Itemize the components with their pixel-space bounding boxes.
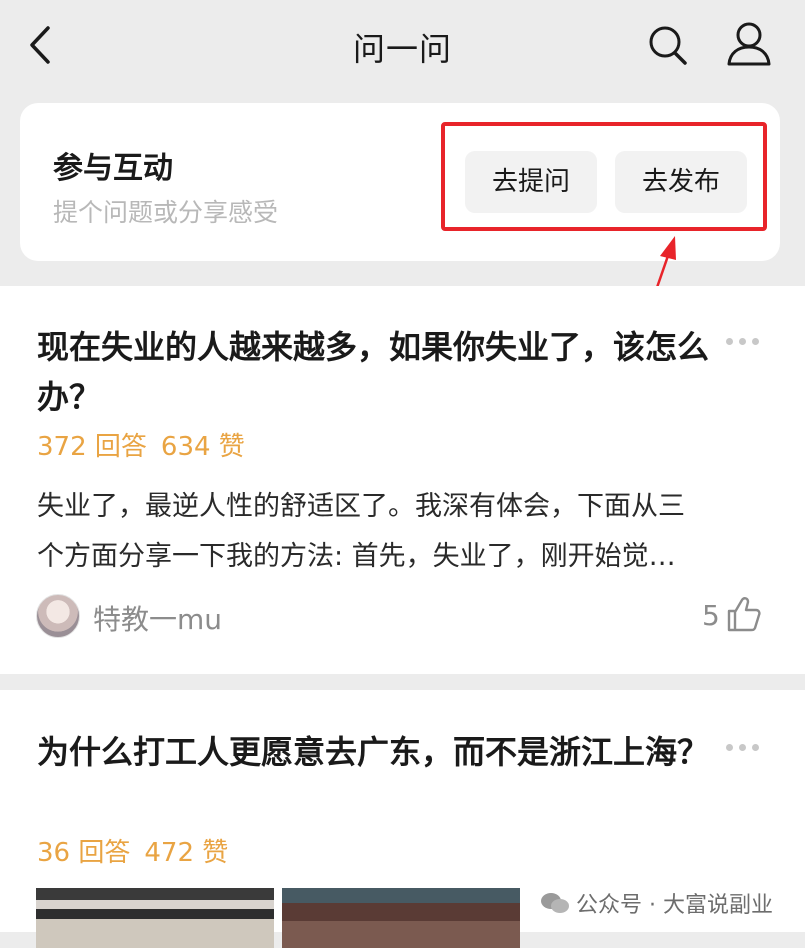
- question-title[interactable]: 现在失业的人越来越多，如果你失业了，该怎么办？: [37, 322, 717, 422]
- answer-excerpt[interactable]: 失业了，最逆人性的舒适区了。我深有体会，下面从三 个方面分享一下我的方法: 首先…: [37, 482, 767, 582]
- like-count: 634 赞: [160, 432, 245, 462]
- answer-count: 372 回答: [37, 432, 147, 462]
- user-profile-icon[interactable]: [724, 20, 774, 68]
- interact-subtitle: 提个问题或分享感受: [53, 198, 279, 227]
- author-name[interactable]: 特教一mu: [93, 598, 222, 638]
- question-stats: 36 回答 472 赞: [37, 832, 242, 869]
- answer-count: 36 回答: [37, 838, 131, 868]
- avatar[interactable]: [36, 594, 80, 638]
- post-image[interactable]: [282, 888, 520, 948]
- highlight-box: [441, 122, 767, 231]
- interact-title: 参与互动: [53, 151, 173, 186]
- excerpt-line: 个方面分享一下我的方法: 首先，失业了，刚开始觉…: [37, 541, 676, 572]
- search-icon[interactable]: [646, 22, 690, 68]
- question-stats: 372 回答 634 赞: [37, 426, 259, 463]
- watermark: 公众号 · 大富说副业: [540, 887, 773, 919]
- thumbs-up-icon[interactable]: [727, 596, 761, 632]
- excerpt-line: 失业了，最逆人性的舒适区了。我深有体会，下面从三: [37, 491, 685, 522]
- answer-like-count: 5: [702, 599, 720, 632]
- like-count: 472 赞: [144, 838, 229, 868]
- watermark-text: 公众号 · 大富说副业: [576, 893, 773, 918]
- question-card[interactable]: 现在失业的人越来越多，如果你失业了，该怎么办？ 372 回答 634 赞 失业了，…: [0, 286, 805, 674]
- question-title[interactable]: 为什么打工人更愿意去广东，而不是浙江上海？: [37, 727, 717, 777]
- more-options-icon[interactable]: [726, 338, 760, 348]
- post-image[interactable]: [36, 888, 274, 948]
- wechat-icon: [541, 893, 569, 913]
- nav-bar: 问一问: [0, 0, 805, 90]
- more-options-icon[interactable]: [726, 744, 760, 754]
